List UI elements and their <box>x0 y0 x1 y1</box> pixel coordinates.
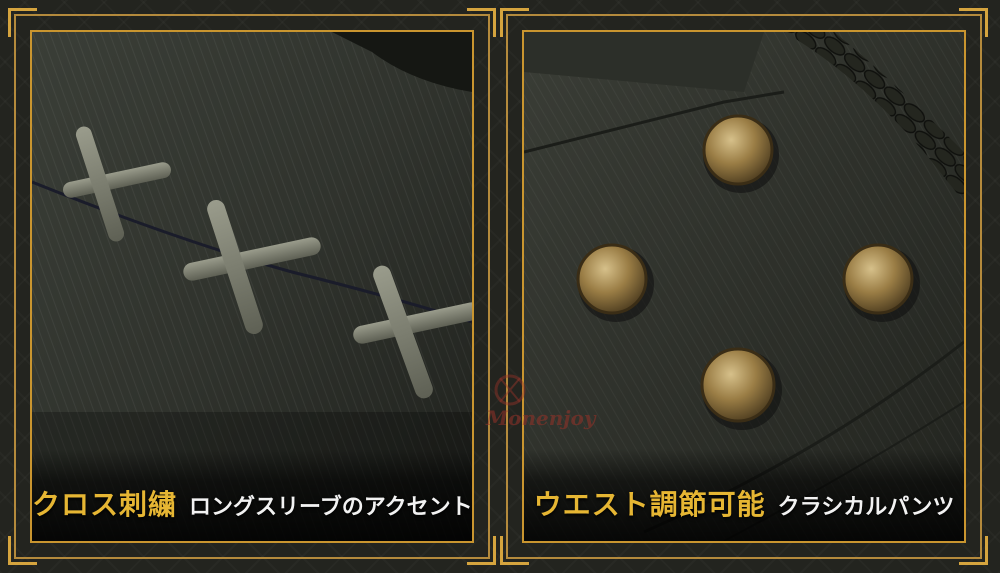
caption-sub: クラシカルパンツ <box>777 495 955 520</box>
corner-ornament <box>959 8 988 37</box>
caption-main: ウエスト調節可能 <box>533 488 766 521</box>
corner-ornament <box>500 536 529 565</box>
corner-ornament <box>959 536 988 565</box>
caption-sub: ロングスリーブのアクセント <box>189 495 473 520</box>
panel-inner-frame: クロス刺繍 ロングスリーブのアクセント <box>30 30 474 543</box>
corner-ornament <box>467 536 496 565</box>
panel-inner-frame: ウエスト調節可能 クラシカルパンツ <box>522 30 966 543</box>
caption-right: ウエスト調節可能 クラシカルパンツ <box>524 483 964 523</box>
corner-ornament <box>8 536 37 565</box>
corner-ornament <box>467 8 496 37</box>
corner-ornament <box>8 8 37 37</box>
right-panel: ウエスト調節可能 クラシカルパンツ <box>500 8 988 565</box>
watermark-text: Monenjoy <box>486 406 596 430</box>
corner-ornament <box>500 8 529 37</box>
watermark-logo: Monenjoy <box>470 368 600 438</box>
caption-left: クロス刺繍 ロングスリーブのアクセント <box>32 483 472 523</box>
left-panel: クロス刺繍 ロングスリーブのアクセント <box>8 8 496 565</box>
caption-main: クロス刺繍 <box>32 488 178 521</box>
